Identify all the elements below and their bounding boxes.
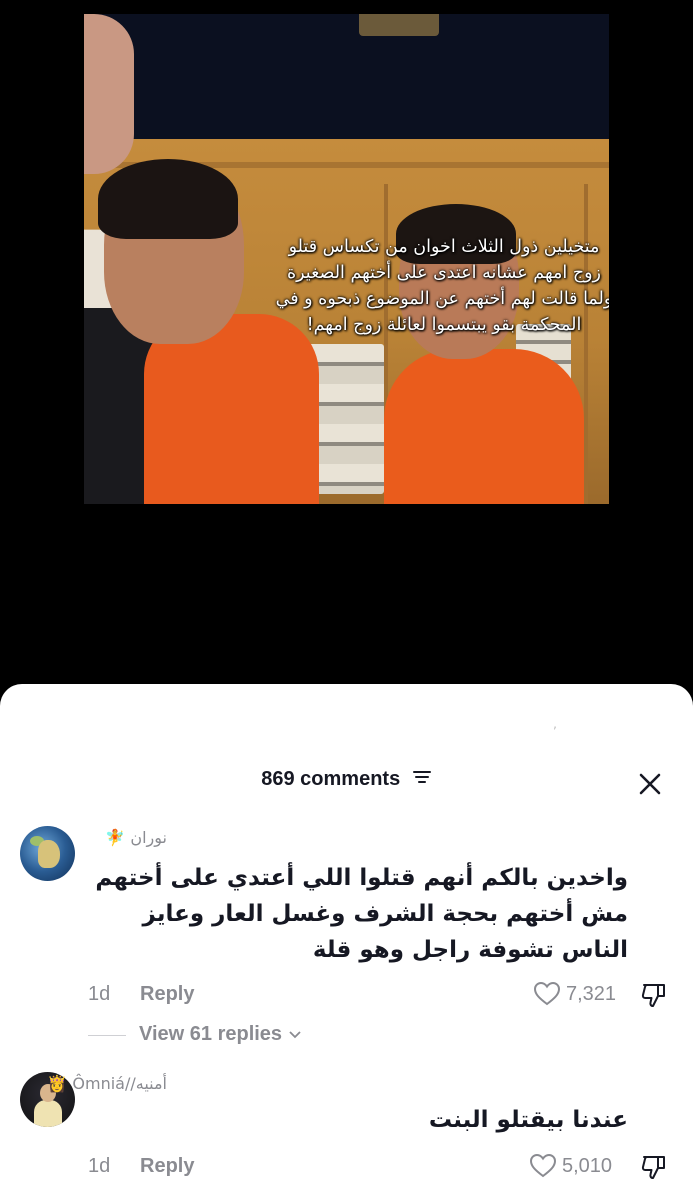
video-panel <box>584 184 588 504</box>
comment-time: 1d <box>88 983 111 1005</box>
video-person-right-body <box>384 349 584 504</box>
video-person-left-hair <box>98 159 238 239</box>
reply-button[interactable]: Reply <box>140 983 194 1006</box>
video-lamp <box>359 14 439 36</box>
view-replies-label: View 61 replies <box>139 1023 283 1045</box>
comments-header: 869 comments <box>0 768 693 791</box>
heart-icon <box>533 981 561 1006</box>
video-person-lawyer-head <box>84 14 134 174</box>
reply-button[interactable]: Reply <box>140 1155 194 1178</box>
comment-text: واخدين بالكم أنهم قتلوا اللي أعتدي على أ… <box>95 865 628 963</box>
video-caption: متخيلين ذول الثلاث اخوان من تكساس قتلو ز… <box>275 237 609 335</box>
avatar-globe-land <box>38 840 60 868</box>
chevron-down-icon <box>288 1031 301 1039</box>
username-text: نوران <box>130 828 167 847</box>
close-icon[interactable] <box>638 772 662 800</box>
comments-count: 869 comments <box>261 768 401 790</box>
username-emoji: 👸 <box>47 1074 68 1093</box>
avatar-person-dress <box>34 1100 62 1127</box>
comment-text: عندنا بيقتلو البنت <box>428 1107 628 1133</box>
comment-username[interactable]: أمنيه//Ômniá 👸 <box>47 1074 167 1093</box>
video-player[interactable]: متخيلين ذول الثلاث اخوان من تكساس قتلو ز… <box>84 14 609 504</box>
like-count: 5,010 <box>562 1155 613 1177</box>
dislike-icon[interactable] <box>640 1153 668 1185</box>
view-replies-line <box>88 1035 126 1036</box>
dislike-icon[interactable] <box>640 981 668 1013</box>
like-count: 7,321 <box>566 983 617 1005</box>
filter-icon[interactable] <box>412 768 432 791</box>
username-emoji: 🧚 <box>105 828 126 847</box>
sheet-dot: ‚ <box>553 717 557 731</box>
username-text: أمنيه//Ômniá <box>72 1074 167 1093</box>
video-ceiling <box>84 14 609 139</box>
heart-icon <box>529 1153 557 1178</box>
comments-sheet: ‚ 869 comments نوران 🧚 واخدين بالكم أنهم… <box>0 684 693 1200</box>
comment-time: 1d <box>88 1155 111 1177</box>
avatar[interactable] <box>20 826 75 881</box>
comment-username[interactable]: نوران 🧚 <box>105 828 167 847</box>
